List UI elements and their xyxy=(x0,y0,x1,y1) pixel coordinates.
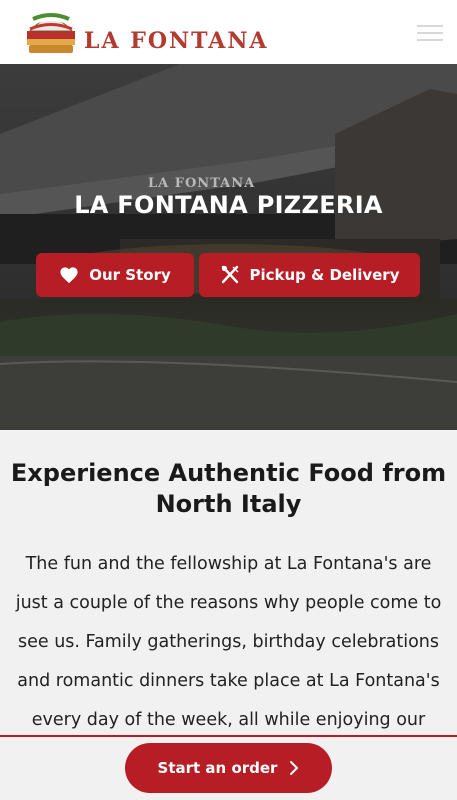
intro-heading: Experience Authentic Food from North Ita… xyxy=(10,459,447,518)
heart-icon xyxy=(60,267,78,284)
logo-badge[interactable] xyxy=(24,9,78,55)
start-order-label: Start an order xyxy=(157,759,278,777)
intro-paragraph: The fun and the fellowship at La Fontana… xyxy=(15,554,442,730)
intro-section: Experience Authentic Food from North Ita… xyxy=(0,430,457,736)
restaurant-exterior-photo xyxy=(0,64,457,430)
our-story-button[interactable]: Our Story xyxy=(36,253,194,297)
restaurant-sign: LA FONTANA xyxy=(148,176,256,191)
pickup-delivery-button[interactable]: Pickup & Delivery xyxy=(199,253,420,297)
our-story-label: Our Story xyxy=(89,266,171,284)
pickup-delivery-label: Pickup & Delivery xyxy=(249,266,400,284)
chevron-right-icon xyxy=(290,761,299,775)
hero-section: LA FONTANA LA FONTANA PIZZERIA xyxy=(0,64,457,430)
hero-title: LA FONTANA PIZZERIA xyxy=(74,191,383,219)
site-header: LA FONTANA xyxy=(0,0,457,65)
start-order-button[interactable]: Start an order xyxy=(125,743,332,793)
hamburger-menu-icon[interactable] xyxy=(417,25,443,41)
brand-name[interactable]: LA FONTANA xyxy=(84,28,269,54)
utensils-icon xyxy=(221,265,238,284)
